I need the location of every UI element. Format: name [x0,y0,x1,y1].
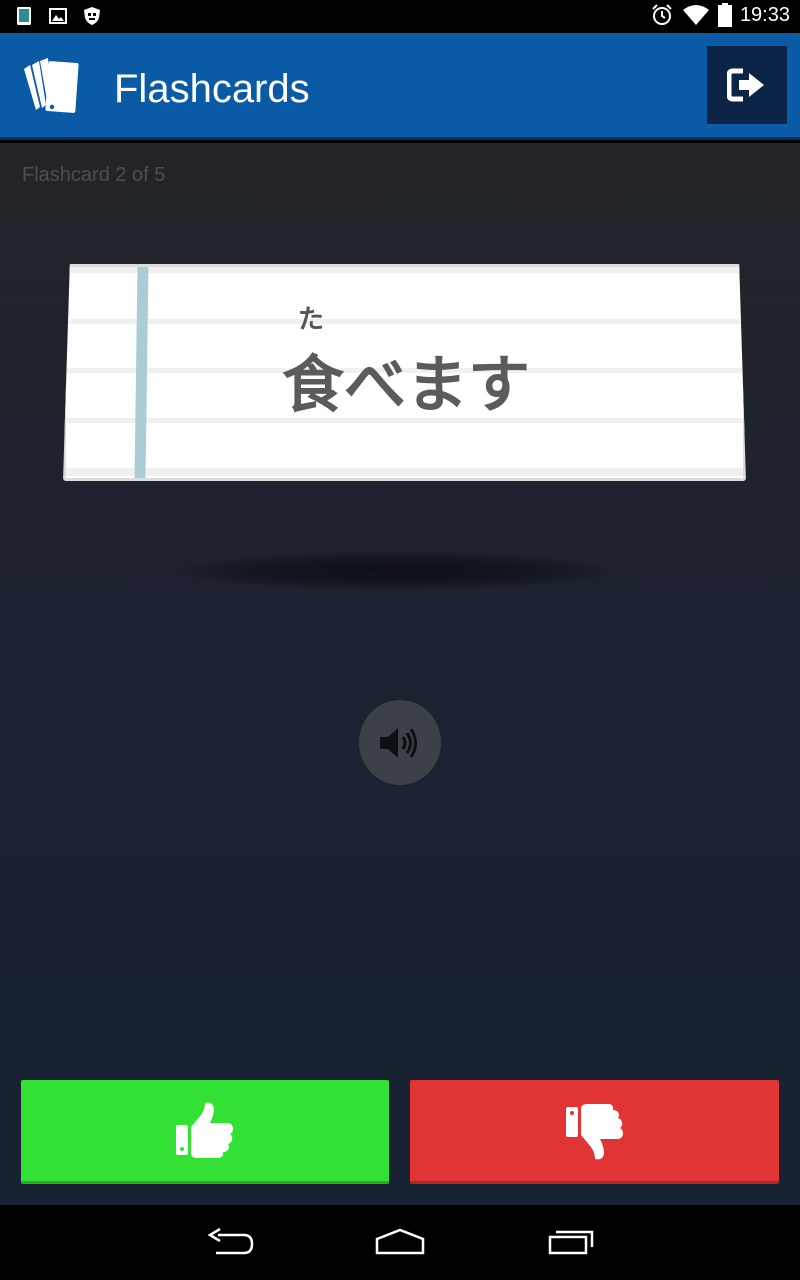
card-shadow [175,551,615,591]
back-icon[interactable] [206,1227,254,1257]
thumbs-up-icon [176,1102,233,1158]
image-icon [49,8,67,24]
app-title: Flashcards [114,67,310,111]
shield-icon [84,7,100,25]
dont-know-button[interactable] [410,1080,779,1184]
battery-icon [717,3,732,27]
alarm-icon [652,4,672,25]
card-margin-line [134,267,149,478]
app-bar: Flashcards [0,33,800,140]
exit-button[interactable] [707,46,787,127]
exit-icon [727,68,764,102]
flashcard-counter: Flashcard 2 of 5 [22,164,166,186]
cards-icon [24,58,79,113]
notification-icons [14,6,102,26]
recents-icon[interactable] [548,1227,596,1257]
flashcard-area: Flashcard 2 of 5 た 食べます [0,143,800,1205]
play-audio-button[interactable] [359,700,441,785]
furigana-reading: た [298,305,325,335]
card-word: 食べます [282,348,531,421]
flashcard[interactable]: た 食べます [63,264,746,481]
card-rule-line [66,468,743,476]
status-bar: 19:33 [0,0,800,33]
status-time: 19:33 [739,3,790,26]
navigation-bar [0,1205,800,1280]
system-icons: 19:33 [650,3,790,27]
know-button[interactable] [21,1080,389,1184]
speaker-icon [380,727,417,758]
wifi-icon [682,5,709,25]
card-rule-line [66,267,743,273]
phone-icon [17,7,31,25]
thumbs-down-icon [565,1103,623,1159]
home-icon[interactable] [374,1227,426,1257]
card-rule-line [66,319,743,324]
